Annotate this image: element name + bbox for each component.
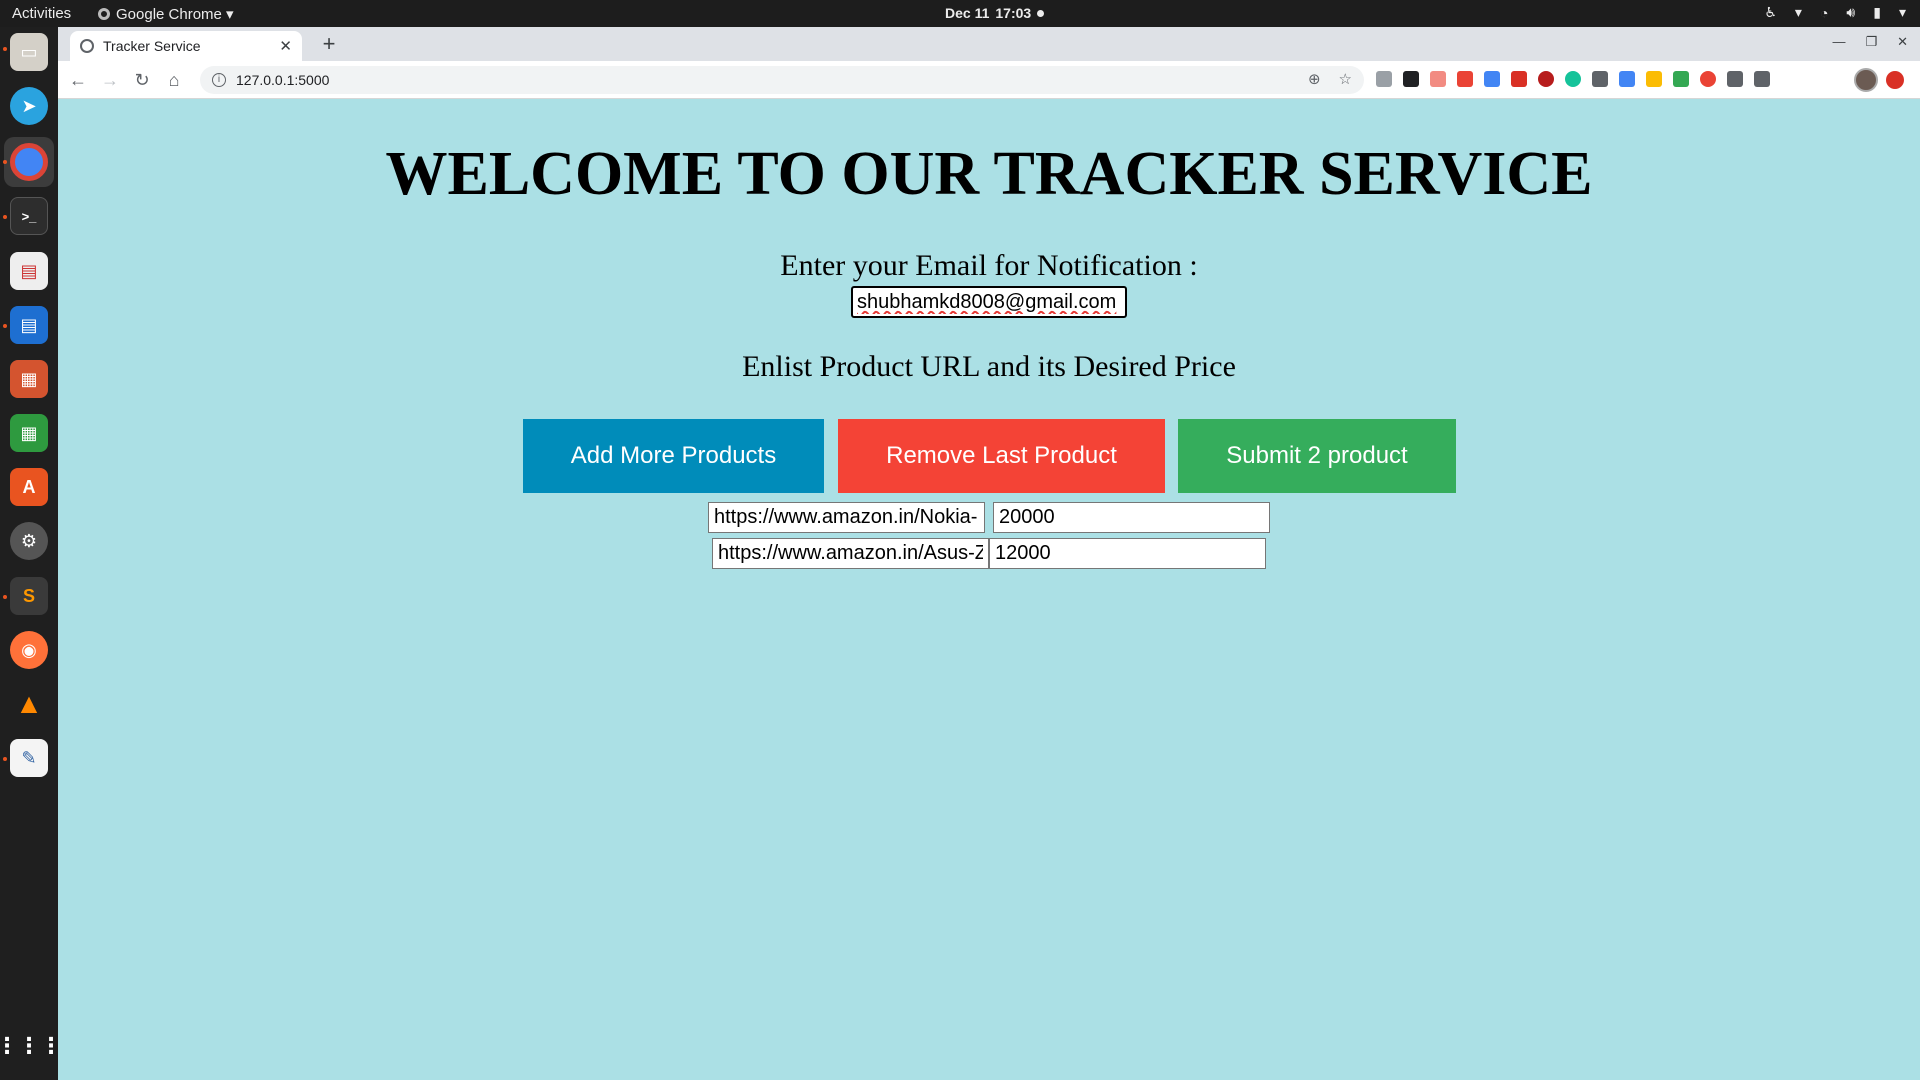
extension-icon[interactable]: [1430, 71, 1446, 87]
desired-price-input[interactable]: [989, 538, 1266, 569]
power-menu-icon: ▾: [1898, 4, 1906, 20]
clock-date: Dec 11: [945, 5, 990, 21]
reading-list-icon[interactable]: [1754, 71, 1770, 87]
text-editor-icon[interactable]: ✎: [10, 739, 48, 777]
close-window-icon[interactable]: ✕: [1897, 34, 1908, 50]
app-menu-label: Google Chrome ▾: [116, 6, 234, 23]
chrome-icon[interactable]: [10, 143, 48, 181]
extension-icon[interactable]: [1484, 71, 1500, 87]
telegram-icon[interactable]: ➤: [10, 87, 48, 125]
forward-icon[interactable]: →: [98, 68, 122, 92]
document-viewer-icon[interactable]: ▤: [10, 252, 48, 290]
activities-button[interactable]: Activities: [12, 5, 71, 22]
submit-products-button[interactable]: Submit 2 product: [1178, 419, 1456, 493]
calc-icon[interactable]: ▦: [10, 414, 48, 452]
site-info-icon[interactable]: i: [212, 73, 226, 87]
settings-icon[interactable]: ⚙: [10, 522, 48, 560]
profile-avatar[interactable]: [1854, 68, 1878, 92]
enlist-label: Enlist Product URL and its Desired Price: [742, 350, 1236, 383]
reload-icon[interactable]: ↻: [130, 68, 154, 92]
address-bar[interactable]: i 127.0.0.1:5000 ⊕ ☆: [200, 66, 1364, 94]
product-url-input[interactable]: [708, 502, 985, 533]
dock: ▭ ➤ >_ ▤ ▤ ▦ ▦ A ⚙ S ◉ ▲ ✎ ⋮⋮⋮: [0, 27, 62, 1080]
home-icon[interactable]: ⌂: [162, 68, 186, 92]
facebook-icon[interactable]: [1592, 71, 1608, 87]
new-tab-button[interactable]: +: [316, 33, 342, 57]
restore-icon[interactable]: ❐: [1865, 34, 1877, 50]
email-input[interactable]: [851, 286, 1127, 318]
app-menu[interactable]: Google Chrome ▾: [98, 5, 234, 23]
battery-icon: ▮: [1873, 4, 1881, 20]
remove-last-product-button[interactable]: Remove Last Product: [838, 419, 1165, 493]
files-icon[interactable]: ▭: [10, 33, 48, 71]
software-center-icon[interactable]: A: [10, 468, 48, 506]
page-content: WELCOME TO OUR TRACKER SERVICE Enter you…: [58, 99, 1920, 1080]
translate-icon[interactable]: [1619, 71, 1635, 87]
add-more-products-button[interactable]: Add More Products: [523, 419, 824, 493]
writer-icon[interactable]: ▤: [10, 306, 48, 344]
close-icon[interactable]: ✕: [279, 37, 292, 55]
volume-icon: 🔊︎: [1846, 4, 1856, 20]
checkmark-icon[interactable]: [1673, 71, 1689, 87]
notification-dot-icon: [1037, 9, 1045, 17]
extension-icon[interactable]: [1403, 71, 1419, 87]
url-text: 127.0.0.1:5000: [236, 72, 330, 88]
firefox-icon[interactable]: ◉: [10, 631, 48, 669]
zoom-icon[interactable]: ⊕: [1308, 70, 1321, 88]
vlc-icon[interactable]: ▲: [10, 685, 48, 723]
running-indicator: [3, 757, 7, 761]
window-controls: — ❐ ✕: [1832, 34, 1908, 50]
page-title: WELCOME TO OUR TRACKER SERVICE: [385, 140, 1593, 208]
clock-time: 17:03: [995, 5, 1032, 21]
running-indicator: [3, 595, 7, 599]
running-indicator: [3, 47, 7, 51]
extension-icon[interactable]: [1376, 71, 1392, 87]
grammarly-icon[interactable]: [1565, 71, 1581, 87]
system-tray[interactable]: ♿︎ ▾ ◔ 🔊︎ ▮ ▾: [1764, 4, 1906, 21]
extensions-row: [1376, 71, 1770, 87]
globe-icon: [80, 39, 94, 53]
running-indicator: [3, 215, 7, 219]
clock[interactable]: Dec 11 17:03: [945, 5, 1045, 21]
impress-icon[interactable]: ▦: [10, 360, 48, 398]
product-url-input[interactable]: [712, 538, 989, 569]
minimize-icon[interactable]: —: [1832, 34, 1845, 50]
extension-icon[interactable]: [1457, 71, 1473, 87]
wifi-icon: ◔: [1819, 4, 1829, 21]
puzzle-icon[interactable]: [1727, 71, 1743, 87]
bookmark-star-icon[interactable]: ☆: [1339, 70, 1352, 88]
back-icon[interactable]: ←: [66, 68, 90, 92]
chrome-icon: [98, 8, 110, 20]
system-top-bar: Activities Google Chrome ▾ Dec 11 17:03 …: [0, 0, 1920, 27]
tab-tracker-service[interactable]: Tracker Service ✕: [70, 31, 302, 61]
extension-icon[interactable]: [1700, 71, 1716, 87]
browser-toolbar: ← → ↻ ⌂ i 127.0.0.1:5000 ⊕ ☆: [58, 61, 1920, 99]
ublock-icon[interactable]: [1538, 71, 1554, 87]
alert-icon[interactable]: [1886, 71, 1904, 89]
accessibility-icon[interactable]: ♿︎: [1764, 4, 1777, 21]
chevron-down-icon: ▾: [1794, 4, 1802, 20]
email-label: Enter your Email for Notification :: [780, 249, 1198, 282]
extension-icon[interactable]: [1511, 71, 1527, 87]
sublime-text-icon[interactable]: S: [10, 577, 48, 615]
desired-price-input[interactable]: [993, 502, 1270, 533]
terminal-icon[interactable]: >_: [10, 197, 48, 235]
tab-title: Tracker Service: [103, 38, 201, 54]
extension-icon[interactable]: [1646, 71, 1662, 87]
tab-strip: Tracker Service ✕ + — ❐ ✕: [58, 27, 1920, 61]
running-indicator: [3, 324, 7, 328]
running-indicator: [3, 160, 7, 164]
show-apps-icon[interactable]: ⋮⋮⋮: [0, 1027, 62, 1065]
